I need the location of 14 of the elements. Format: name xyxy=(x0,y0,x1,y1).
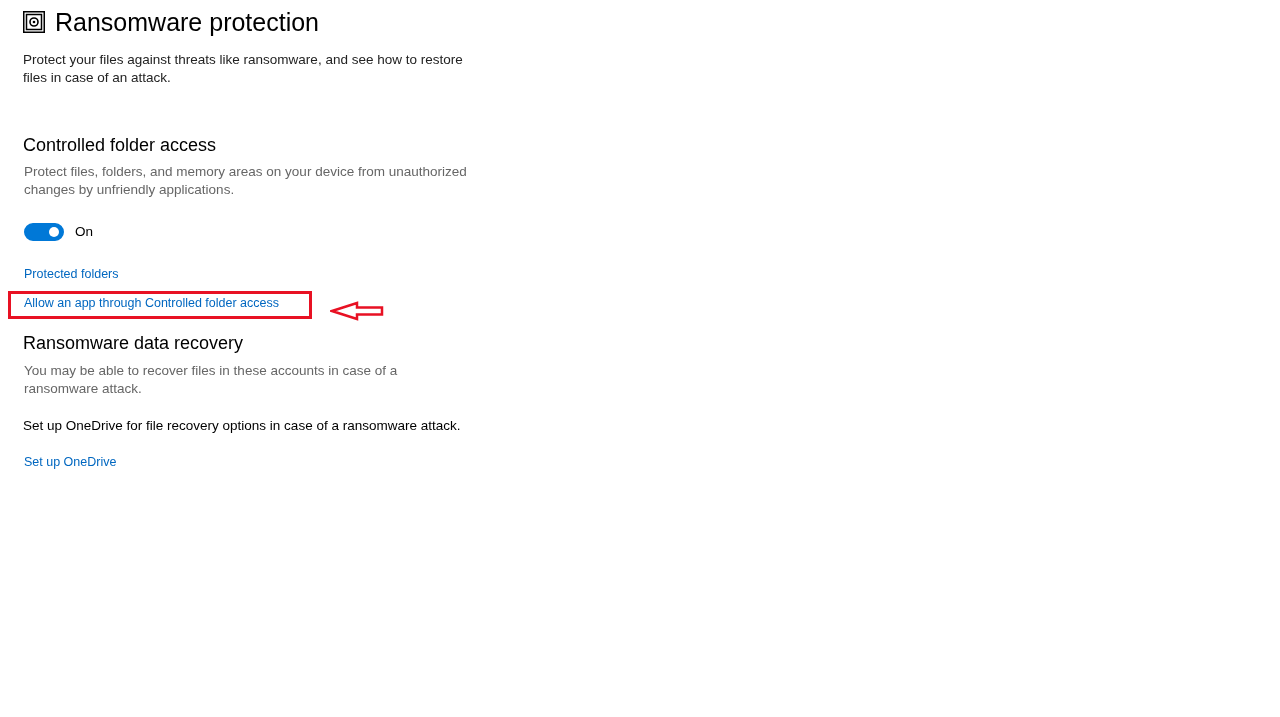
section-description: You may be able to recover files in these accounts in case of a ransomware attack. xyxy=(24,362,399,398)
section-description: Protect files, folders, and memory areas on your device from unauthorized changes by unfriendly applications. xyxy=(24,163,468,199)
link[interactable]: Protected folders xyxy=(24,265,119,283)
toggle-label: On xyxy=(75,222,93,241)
safe-icon xyxy=(23,11,45,33)
section-heading: Ransomware data recovery xyxy=(23,332,244,355)
link[interactable]: Allow an app through Controlled folder access xyxy=(24,294,279,312)
left-arrow-icon xyxy=(330,301,384,321)
recovery-note: Set up OneDrive for file recovery options in case of a ransomware attack. xyxy=(23,417,461,435)
link[interactable]: Set up OneDrive xyxy=(24,453,117,471)
page-description: Protect your files against threats like ransomware, and see how to restore files in case of an attack. xyxy=(23,51,464,87)
toggle-switch[interactable] xyxy=(24,223,64,241)
section-heading: Controlled folder access xyxy=(23,134,217,157)
page-title: Ransomware protection xyxy=(55,7,319,38)
